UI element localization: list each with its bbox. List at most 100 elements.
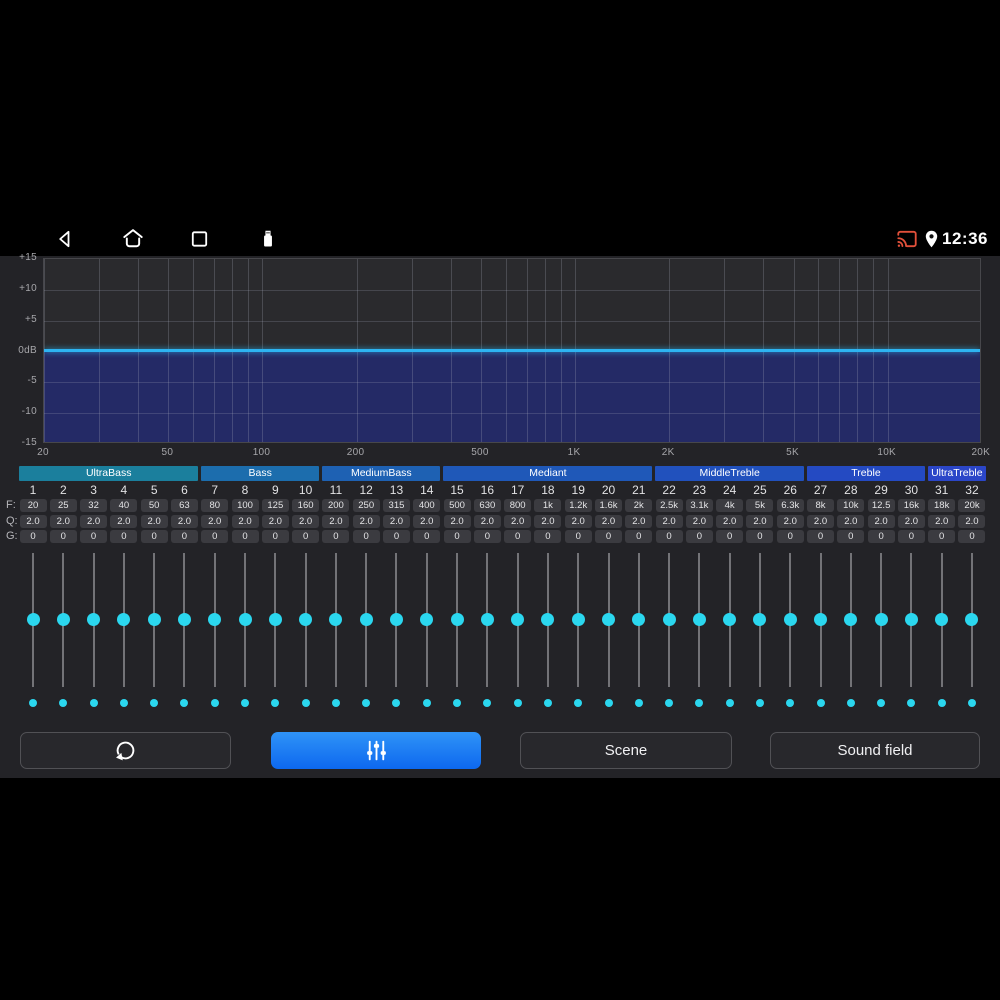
band-slider-knob[interactable] <box>632 613 646 626</box>
band-frequency-chip[interactable]: 80 <box>201 499 229 512</box>
band-frequency-chip[interactable]: 5k <box>746 499 774 512</box>
band-q-chip[interactable]: 2.0 <box>473 515 501 528</box>
band-frequency-chip[interactable]: 50 <box>140 499 168 512</box>
band-slider-knob[interactable] <box>904 613 918 626</box>
band-slider-knob[interactable] <box>753 613 767 626</box>
band-slider-knob[interactable] <box>26 613 40 626</box>
band-q-chip[interactable]: 2.0 <box>534 515 562 528</box>
band-frequency-chip[interactable]: 40 <box>110 499 138 512</box>
sound-field-button[interactable]: Sound field <box>770 732 980 769</box>
band-frequency-chip[interactable]: 2k <box>625 499 653 512</box>
band-q-chip[interactable]: 2.0 <box>564 515 592 528</box>
band-slider-knob[interactable] <box>662 613 676 626</box>
band-gain-chip[interactable]: 0 <box>595 530 622 543</box>
band-slider-knob[interactable] <box>965 613 979 626</box>
band-frequency-chip[interactable]: 12.5 <box>867 499 895 512</box>
band-q-chip[interactable]: 2.0 <box>231 515 259 528</box>
band-slider-knob[interactable] <box>177 613 191 626</box>
band-slider-knob[interactable] <box>389 613 403 626</box>
band-frequency-chip[interactable]: 4k <box>716 499 744 512</box>
band-q-chip[interactable]: 2.0 <box>170 515 198 528</box>
band-gain-chip[interactable]: 0 <box>443 530 471 543</box>
band-frequency-chip[interactable]: 18k <box>928 499 956 512</box>
band-frequency-chip[interactable]: 63 <box>170 499 198 512</box>
reset-button[interactable] <box>20 732 231 769</box>
band-q-chip[interactable]: 2.0 <box>292 515 320 528</box>
band-gain-chip[interactable]: 0 <box>49 530 77 543</box>
home-icon[interactable] <box>120 226 146 252</box>
band-q-chip[interactable]: 2.0 <box>625 515 653 528</box>
band-slider-knob[interactable] <box>692 613 706 626</box>
band-slider-knob[interactable] <box>56 613 70 626</box>
band-q-chip[interactable]: 2.0 <box>807 515 835 528</box>
band-frequency-chip[interactable]: 1.2k <box>564 499 592 512</box>
band-frequency-chip[interactable]: 1k <box>534 499 562 512</box>
band-slider-knob[interactable] <box>208 613 222 626</box>
band-slider-knob[interactable] <box>299 613 313 626</box>
band-gain-chip[interactable]: 0 <box>19 530 47 543</box>
band-gain-chip[interactable]: 0 <box>716 530 744 543</box>
band-gain-chip[interactable]: 0 <box>958 530 986 543</box>
band-q-chip[interactable]: 2.0 <box>261 515 289 528</box>
band-q-chip[interactable]: 2.0 <box>685 515 713 528</box>
band-q-chip[interactable]: 2.0 <box>80 515 108 528</box>
band-q-chip[interactable]: 2.0 <box>837 515 865 528</box>
band-slider-knob[interactable] <box>359 613 373 626</box>
band-gain-chip[interactable]: 0 <box>776 530 804 543</box>
band-slider-knob[interactable] <box>450 613 464 626</box>
band-frequency-chip[interactable]: 16k <box>897 499 925 512</box>
band-slider-knob[interactable] <box>268 613 282 626</box>
band-frequency-chip[interactable]: 800 <box>504 499 532 512</box>
scene-button[interactable]: Scene <box>520 732 732 769</box>
band-slider-knob[interactable] <box>602 613 615 626</box>
band-slider-knob[interactable] <box>87 613 101 626</box>
band-gain-chip[interactable]: 0 <box>746 530 774 543</box>
band-q-chip[interactable]: 2.0 <box>716 515 744 528</box>
back-icon[interactable] <box>53 227 77 251</box>
band-gain-chip[interactable]: 0 <box>413 530 441 543</box>
band-frequency-chip[interactable]: 250 <box>352 499 380 512</box>
band-q-chip[interactable]: 2.0 <box>746 515 774 528</box>
band-slider-knob[interactable] <box>480 613 494 626</box>
band-frequency-chip[interactable]: 400 <box>413 499 441 512</box>
band-gain-chip[interactable]: 0 <box>261 530 289 543</box>
band-gain-chip[interactable]: 0 <box>322 530 350 543</box>
band-slider-knob[interactable] <box>147 613 161 626</box>
band-gain-chip[interactable]: 0 <box>564 530 592 543</box>
band-q-chip[interactable]: 2.0 <box>49 515 77 528</box>
band-gain-chip[interactable]: 0 <box>170 530 198 543</box>
band-frequency-chip[interactable]: 3.1k <box>685 499 713 512</box>
band-gain-chip[interactable]: 0 <box>807 530 835 543</box>
band-q-chip[interactable]: 2.0 <box>352 515 380 528</box>
band-frequency-chip[interactable]: 10k <box>837 499 865 512</box>
band-slider-knob[interactable] <box>935 613 949 626</box>
band-gain-chip[interactable]: 0 <box>685 530 713 543</box>
band-gain-chip[interactable]: 0 <box>837 530 865 543</box>
band-frequency-chip[interactable]: 8k <box>807 499 835 512</box>
band-frequency-chip[interactable]: 2.5k <box>655 499 683 512</box>
band-frequency-chip[interactable]: 20k <box>958 499 986 512</box>
band-slider-knob[interactable] <box>723 613 737 626</box>
band-slider-knob[interactable] <box>117 613 131 626</box>
band-slider-knob[interactable] <box>844 613 858 626</box>
band-slider-knob[interactable] <box>571 613 585 626</box>
band-frequency-chip[interactable]: 125 <box>261 499 289 512</box>
band-frequency-chip[interactable]: 160 <box>292 499 320 512</box>
band-gain-chip[interactable]: 0 <box>867 530 895 543</box>
band-slider-knob[interactable] <box>814 613 828 626</box>
band-q-chip[interactable]: 2.0 <box>443 515 471 528</box>
band-gain-chip[interactable]: 0 <box>473 530 501 543</box>
band-frequency-chip[interactable]: 1.6k <box>595 499 622 512</box>
band-frequency-chip[interactable]: 200 <box>322 499 350 512</box>
band-frequency-chip[interactable]: 315 <box>382 499 410 512</box>
band-q-chip[interactable]: 2.0 <box>19 515 47 528</box>
band-gain-chip[interactable]: 0 <box>382 530 410 543</box>
band-q-chip[interactable]: 2.0 <box>110 515 138 528</box>
band-frequency-chip[interactable]: 630 <box>473 499 501 512</box>
band-q-chip[interactable]: 2.0 <box>382 515 410 528</box>
band-gain-chip[interactable]: 0 <box>352 530 380 543</box>
band-q-chip[interactable]: 2.0 <box>655 515 683 528</box>
band-gain-chip[interactable]: 0 <box>655 530 683 543</box>
band-q-chip[interactable]: 2.0 <box>867 515 895 528</box>
band-frequency-chip[interactable]: 100 <box>231 499 259 512</box>
